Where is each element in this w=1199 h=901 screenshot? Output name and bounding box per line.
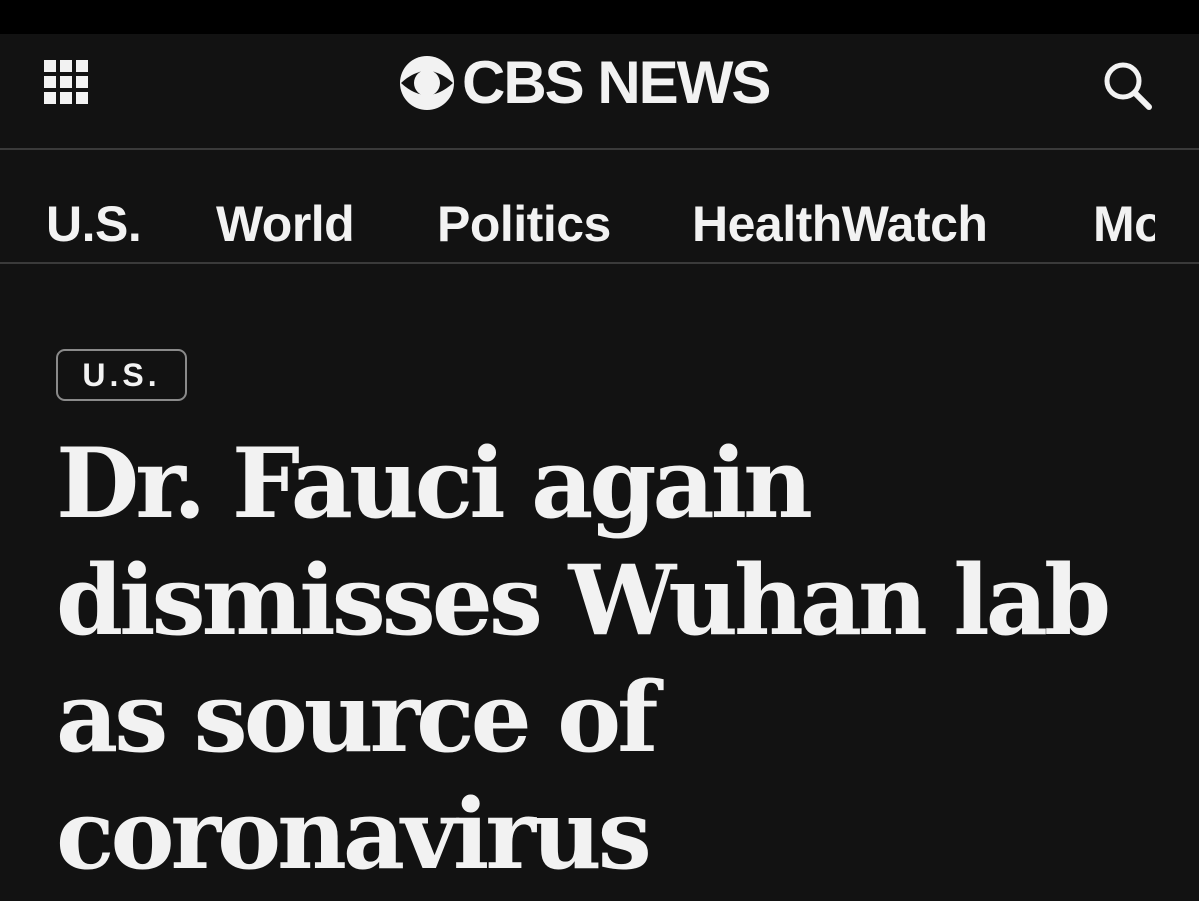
- logo-text: CBS NEWS: [462, 49, 771, 116]
- grid-dot: [44, 60, 56, 72]
- nav-item-healthwatch[interactable]: HealthWatch: [692, 196, 988, 252]
- grid-dot: [44, 92, 56, 104]
- nav-item-more[interactable]: Mo: [1093, 196, 1155, 252]
- headline-line: dismisses Wuhan lab: [56, 544, 1111, 657]
- grid-dot: [76, 60, 88, 72]
- grid-dot: [60, 92, 72, 104]
- category-tag[interactable]: U.S.: [56, 349, 187, 401]
- grid-dot: [44, 76, 56, 88]
- grid-dot: [76, 76, 88, 88]
- grid-menu-icon[interactable]: [44, 60, 92, 108]
- grid-dot: [76, 92, 88, 104]
- cbs-eye-icon: [400, 56, 454, 110]
- section-nav: U.S. World Politics HealthWatch Mo: [0, 150, 1155, 262]
- nav-divider: [0, 262, 1199, 264]
- cbs-news-logo[interactable]: CBS NEWS: [398, 50, 808, 116]
- headline-line: as source of: [56, 661, 658, 774]
- headline-line: coronavirus: [56, 778, 652, 891]
- grid-dot: [60, 76, 72, 88]
- headline-line: Dr. Fauci again: [56, 427, 813, 540]
- nav-item-world[interactable]: World: [216, 196, 355, 252]
- grid-dot: [60, 60, 72, 72]
- article-headline: Dr. Fauci again dismisses Wuhan lab as s…: [56, 425, 1156, 893]
- nav-item-politics[interactable]: Politics: [437, 196, 611, 252]
- search-icon[interactable]: [1100, 58, 1156, 114]
- status-bar-strip: [0, 0, 1199, 34]
- nav-item-us[interactable]: U.S.: [46, 196, 142, 252]
